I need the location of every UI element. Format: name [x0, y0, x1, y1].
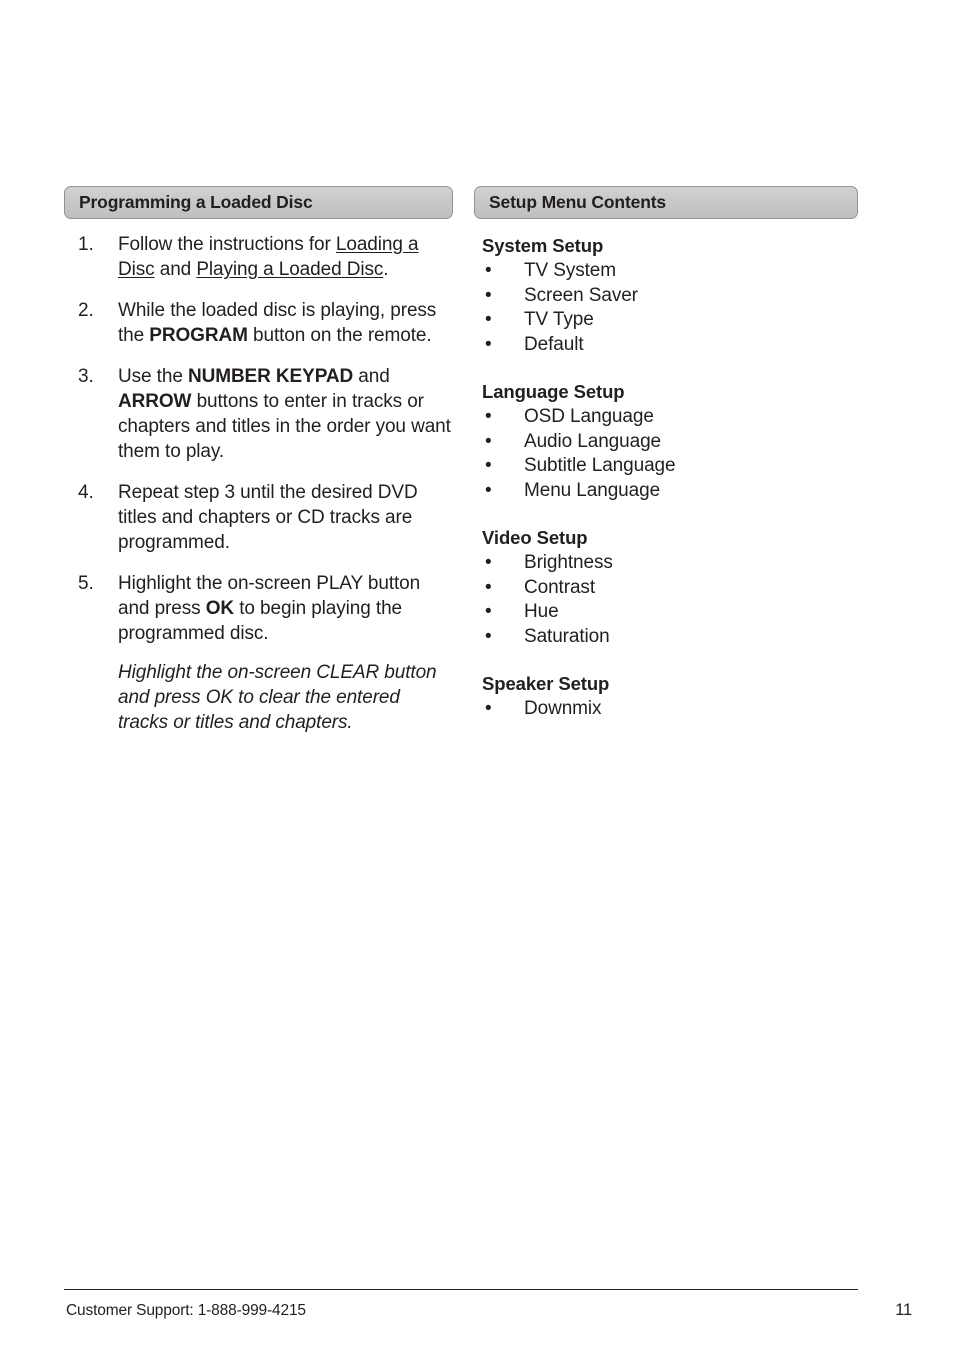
setup-group: Language Setup • OSD Language • Audio Langua… — [474, 379, 858, 503]
manual-page: Programming a Loaded Disc 1. Follow the i… — [0, 0, 954, 1354]
setup-item-label: OSD Language — [524, 406, 654, 427]
setup-item-label: Contrast — [524, 576, 596, 598]
bullet-icon: • — [485, 333, 492, 355]
step-text-run: and — [353, 366, 390, 387]
setup-item: • Saturation — [474, 625, 858, 650]
step-note: Highlight the on-screen CLEAR button and… — [118, 662, 437, 733]
step-text-run: Use the — [118, 366, 188, 387]
bullet-icon: • — [485, 284, 492, 306]
setup-item: • Audio Language — [474, 430, 858, 455]
step-text: Repeat step 3 until the desired DVD titl… — [118, 482, 418, 553]
setup-group-title: Video Setup — [482, 527, 588, 548]
bullet-icon: • — [485, 601, 492, 622]
procedure-step: 1. Follow the instructions for Loading a … — [64, 232, 453, 282]
setup-group: System Setup • TV System • Screen Saver • TV T… — [474, 233, 858, 357]
page-number: 11 — [895, 1301, 912, 1319]
setup-item: • Default — [474, 333, 858, 358]
step-text-run: and — [154, 259, 197, 280]
setup-item-list: • OSD Language • Audio Language • Subtitle La… — [474, 405, 858, 503]
step-text-run: . — [383, 259, 389, 280]
section-header-title: Setup Menu Contents — [489, 191, 667, 212]
step-text: Use the NUMBER KEYPAD and ARROW buttons … — [118, 366, 451, 462]
step-text: Highlight the on-screen PLAY button and … — [118, 573, 420, 644]
procedure-step: 2. While the loaded disc is playing, pres… — [64, 298, 453, 348]
procedure-step: 3. Use the NUMBER KEYPAD and ARROW button… — [64, 364, 453, 464]
step-text-run: Repeat step 3 until the desired DVD titl… — [118, 482, 418, 553]
step-text: Follow the instructions for Loading a Di… — [118, 234, 419, 280]
setup-item: • Contrast — [474, 576, 858, 601]
section-header-setup-menu: Setup Menu Contents — [474, 186, 858, 219]
setup-item-list: • TV System • Screen Saver • TV Type • Default — [474, 259, 858, 357]
bullet-icon: • — [485, 309, 492, 330]
bullet-icon: • — [485, 576, 492, 598]
setup-group-title: System Setup — [482, 235, 604, 256]
setup-item-label: Downmix — [524, 698, 602, 719]
setup-item: • Subtitle Language — [474, 454, 858, 479]
setup-item: • Menu Language — [474, 479, 858, 504]
step-number: 2. — [78, 300, 94, 321]
bullet-icon: • — [485, 260, 492, 281]
setup-item-label: Screen Saver — [524, 284, 638, 306]
bullet-icon: • — [485, 479, 492, 501]
setup-item-label: Audio Language — [524, 430, 662, 452]
bullet-icon: • — [485, 625, 492, 647]
bullet-icon: • — [485, 430, 492, 452]
procedure-steps-list: 1. Follow the instructions for Loading a … — [64, 232, 453, 735]
emphasis-bold: NUMBER KEYPAD — [187, 366, 354, 387]
procedure-step: 4. Repeat step 3 until the desired DVD ti… — [64, 480, 453, 555]
step-number: 1. — [78, 234, 94, 255]
setup-item-list: • Brightness • Contrast • Hue • Saturation — [474, 551, 858, 649]
step-number: 4. — [78, 482, 94, 503]
emphasis-bold: ARROW — [118, 391, 192, 412]
step-text: While the loaded disc is playing, press … — [118, 300, 436, 346]
step-text-run: Follow the instructions for — [118, 234, 336, 255]
bullet-icon: • — [485, 698, 492, 719]
setup-item: • OSD Language — [474, 405, 858, 430]
setup-item-label: Brightness — [524, 552, 613, 573]
setup-item-label: TV Type — [524, 309, 594, 330]
bullet-icon: • — [485, 455, 492, 476]
cross-reference-link[interactable]: Playing a Loaded Disc — [196, 259, 383, 280]
setup-group-title: Language Setup — [482, 381, 625, 402]
setup-group-title: Speaker Setup — [482, 673, 610, 694]
right-column: Setup Menu Contents System Setup • TV Syst… — [474, 186, 858, 722]
setup-item: • Hue — [474, 600, 858, 625]
setup-item: • Brightness — [474, 551, 858, 576]
setup-item: • TV Type — [474, 308, 858, 333]
setup-item: • Screen Saver — [474, 284, 858, 309]
setup-item-label: Subtitle Language — [524, 455, 676, 476]
setup-item-label: Hue — [524, 601, 559, 622]
setup-item-label: Default — [524, 333, 584, 355]
setup-item-label: Saturation — [524, 625, 610, 647]
step-text-run: button on the remote. — [247, 325, 432, 346]
section-header-programming: Programming a Loaded Disc — [64, 186, 453, 219]
bullet-icon: • — [485, 406, 492, 427]
setup-item: • TV System — [474, 259, 858, 284]
setup-menu-groups: System Setup • TV System • Screen Saver • TV T… — [474, 233, 858, 722]
setup-group: Video Setup • Brightness • Contrast • Hue • Satu… — [474, 525, 858, 649]
step-number: 5. — [78, 573, 94, 594]
section-header-title: Programming a Loaded Disc — [79, 191, 313, 212]
bullet-icon: • — [485, 552, 492, 573]
setup-item-label: Menu Language — [524, 479, 661, 501]
customer-support-text: Customer Support: 1-888-999-4215 — [66, 1302, 306, 1319]
emphasis-bold: PROGRAM — [149, 325, 248, 346]
emphasis-bold: OK — [205, 598, 235, 619]
setup-group: Speaker Setup • Downmix — [474, 671, 858, 722]
setup-item-list: • Downmix — [474, 697, 858, 722]
setup-item: • Downmix — [474, 697, 858, 722]
procedure-step: 5. Highlight the on-screen PLAY button an… — [64, 571, 453, 735]
left-column: Programming a Loaded Disc 1. Follow the i… — [64, 186, 453, 733]
footer-divider — [64, 1289, 858, 1290]
setup-item-label: TV System — [524, 260, 617, 281]
step-number: 3. — [78, 366, 94, 387]
